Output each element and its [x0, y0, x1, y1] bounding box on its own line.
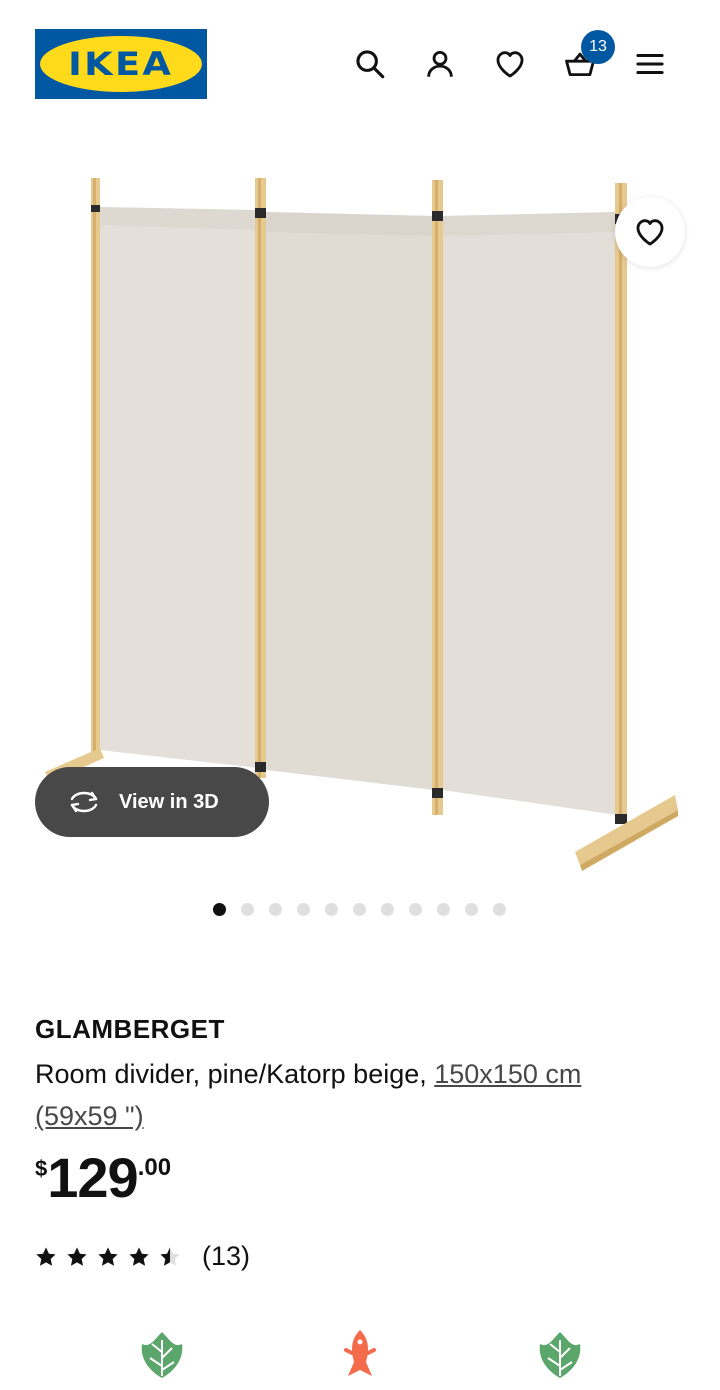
search-icon — [356, 50, 385, 79]
gallery-dot[interactable] — [465, 903, 478, 916]
product-size-link[interactable]: 150x150 cm — [434, 1059, 581, 1089]
rotate-3d-icon — [70, 791, 98, 813]
leaf-icon — [539, 1332, 581, 1378]
star-icon — [36, 1246, 56, 1266]
logo-text: IKEA — [68, 45, 174, 83]
gallery-dot[interactable] — [493, 903, 506, 916]
price-integer: 129 — [47, 1146, 138, 1209]
search-button[interactable] — [350, 44, 390, 84]
header: IKEA ® 13 — [0, 0, 720, 128]
heart-icon — [636, 219, 664, 246]
menu-icon — [636, 53, 664, 75]
gallery-dot[interactable] — [409, 903, 422, 916]
fish-icon — [344, 1330, 376, 1376]
cart-count-badge: 13 — [581, 30, 615, 64]
product-price: $ 129 .00 — [35, 1148, 171, 1212]
star-icon — [129, 1246, 149, 1266]
product-type-text: Room divider, pine/Katorp beige, — [35, 1059, 435, 1089]
star-icon — [67, 1246, 87, 1266]
product-name: GLAMBERGET — [35, 1014, 225, 1044]
save-to-favourites-button[interactable] — [615, 197, 685, 267]
profile-button[interactable] — [420, 44, 460, 84]
gallery-dot[interactable] — [269, 903, 282, 916]
price-decimal: .00 — [137, 1154, 172, 1181]
gallery-dot[interactable] — [353, 903, 366, 916]
user-icon — [427, 50, 453, 77]
leaf-icon — [141, 1332, 183, 1378]
gallery-dot[interactable] — [381, 903, 394, 916]
star-icon — [98, 1246, 118, 1266]
logo-oval: IKEA — [40, 36, 202, 92]
product-image-gallery[interactable]: View in 3D — [0, 140, 720, 880]
gallery-dot[interactable] — [241, 903, 254, 916]
product-size-imperial-link[interactable]: (59x59 ") — [35, 1101, 144, 1131]
rating-stars — [35, 1246, 190, 1268]
gallery-dot[interactable] — [437, 903, 450, 916]
star-icon — [160, 1246, 180, 1266]
sustainability-badges — [0, 1318, 720, 1390]
favourites-button[interactable] — [490, 44, 530, 84]
review-count[interactable]: (13) — [202, 1241, 250, 1272]
view-in-3d-button[interactable]: View in 3D — [35, 767, 269, 837]
price-currency: $ — [35, 1156, 48, 1181]
ikea-logo[interactable]: IKEA ® — [35, 29, 207, 99]
product-rating[interactable]: (13) — [35, 1241, 250, 1272]
menu-button[interactable] — [630, 44, 670, 84]
gallery-dot[interactable] — [297, 903, 310, 916]
gallery-dot[interactable] — [325, 903, 338, 916]
logo-registered-mark: ® — [192, 43, 198, 50]
heart-icon — [496, 51, 524, 78]
view-in-3d-label: View in 3D — [119, 790, 219, 813]
product-description: Room divider, pine/Katorp beige, 150x150… — [35, 1053, 675, 1137]
gallery-dot[interactable] — [213, 903, 226, 916]
